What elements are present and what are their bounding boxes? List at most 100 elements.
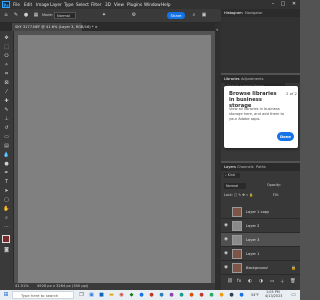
eye-icon[interactable]: ◉ [223, 223, 229, 229]
blur-tool-icon[interactable]: 💧 [2, 152, 11, 159]
link-layers-icon[interactable]: ⛓ [227, 279, 233, 284]
menu-plugins[interactable]: Plugins [127, 1, 142, 8]
zoom-level[interactable]: 41.51% [15, 283, 29, 290]
tab-libraries[interactable]: Libraries [224, 75, 240, 83]
gradient-tool-icon[interactable]: ▤ [2, 143, 11, 150]
add-mask-icon[interactable]: ◐ [248, 279, 252, 284]
tab-adjustments[interactable]: Adjustments [241, 75, 264, 83]
menu-type[interactable]: Type [64, 1, 74, 8]
more-tools-icon[interactable]: ⋯ [2, 224, 11, 231]
blend-mode-select[interactable]: Normal [224, 183, 246, 189]
hand-tool-icon[interactable]: ✋ [2, 206, 11, 213]
collapse-panels-icon[interactable]: « [216, 27, 218, 32]
fx-icon[interactable]: fx [237, 279, 241, 284]
done-button[interactable]: Done [277, 132, 294, 141]
minimize-icon[interactable]: – [268, 0, 278, 9]
clone-stamp-tool-icon[interactable]: ⊥ [2, 116, 11, 123]
quick-mask-icon[interactable]: ◙ [2, 247, 11, 254]
menu-3d[interactable]: 3D [105, 1, 111, 8]
brush-tool-icon[interactable]: ✎ [2, 107, 11, 114]
app-taskbar-icon[interactable]: ● [148, 291, 155, 299]
rectangle-tool-icon[interactable]: ▢ [2, 197, 11, 204]
menu-help[interactable]: Help [161, 1, 171, 8]
eye-icon[interactable]: ◉ [223, 265, 229, 271]
app-taskbar-icon[interactable]: ■ [98, 291, 105, 299]
foreground-color-swatch[interactable] [2, 235, 10, 243]
layer-row[interactable]: ◉ Layer 1 [221, 247, 300, 261]
brush-preset-icon[interactable]: ● [22, 12, 30, 19]
app-taskbar-icon[interactable]: ● [238, 291, 245, 299]
frame-tool-icon[interactable]: ⊠ [2, 80, 11, 87]
path-selection-tool-icon[interactable]: ➤ [2, 188, 11, 195]
menu-layer[interactable]: Layer [50, 1, 62, 8]
quick-select-tool-icon[interactable]: ✧ [2, 62, 11, 69]
close-tab-icon[interactable]: × [95, 25, 98, 29]
eraser-tool-icon[interactable]: ▭ [2, 134, 11, 141]
eyedropper-tool-icon[interactable]: ⁄ [2, 89, 11, 96]
taskbar-search-input[interactable]: Type here to search [12, 291, 74, 299]
app-taskbar-icon[interactable]: ◆ [128, 291, 135, 299]
tab-histogram[interactable]: Histogram [224, 9, 243, 17]
dodge-tool-icon[interactable]: ● [2, 161, 11, 168]
layer-row[interactable]: Layer 1 copy [221, 205, 300, 219]
app-taskbar-icon[interactable]: ● [188, 291, 195, 299]
app-taskbar-icon[interactable]: ● [178, 291, 185, 299]
document-tab[interactable]: SKY 3177.NEF @ 41.6% (Layer 3, RGB/16) *… [12, 23, 98, 31]
document-canvas[interactable] [18, 35, 211, 284]
app-taskbar-icon[interactable]: ● [158, 291, 165, 299]
mode-select[interactable]: Normal [54, 12, 76, 19]
new-group-icon[interactable]: ▭ [270, 279, 274, 284]
app-taskbar-icon[interactable]: ● [138, 291, 145, 299]
close-icon[interactable]: ✕ [289, 0, 299, 9]
tab-paths[interactable]: Paths [256, 163, 266, 171]
app-taskbar-icon[interactable]: ● [218, 291, 225, 299]
menu-view[interactable]: View [114, 1, 124, 8]
eye-icon[interactable]: ◉ [223, 237, 229, 243]
symmetry-icon[interactable]: ⚙ [130, 12, 138, 19]
chrome-icon[interactable]: ◉ [118, 291, 125, 299]
type-tool-icon[interactable]: T [2, 179, 11, 186]
menu-image[interactable]: Image [36, 1, 49, 8]
tab-channels[interactable]: Channels [237, 163, 254, 171]
layer-kind-filter[interactable]: ⌕ Kind [224, 173, 240, 178]
zoom-tool-icon[interactable]: ⌕ [2, 215, 11, 222]
pen-tool-icon[interactable]: ✒ [2, 170, 11, 177]
menu-window[interactable]: Window [144, 1, 161, 8]
brush-tool-icon[interactable]: ✎ [12, 12, 20, 19]
weather-text[interactable]: 54°F [251, 291, 259, 299]
maximize-icon[interactable]: □ [278, 0, 288, 9]
tab-navigator[interactable]: Navigator [245, 9, 263, 17]
eye-icon[interactable]: ◉ [223, 251, 229, 257]
lasso-tool-icon[interactable]: ⵔ [2, 53, 11, 60]
share-button[interactable]: Share [167, 12, 185, 19]
airbrush-icon[interactable]: ✦ [100, 12, 108, 19]
layer-row-selected[interactable]: ◉ Layer 3 [221, 233, 300, 247]
app-taskbar-icon[interactable]: ● [198, 291, 205, 299]
marquee-tool-icon[interactable]: ⬚ [2, 44, 11, 51]
trash-icon[interactable]: 🗑 [290, 279, 296, 284]
windows-start-icon[interactable]: ⊞ [2, 291, 10, 299]
layer-row[interactable]: ◉ Background 🔒 [221, 261, 300, 275]
adjustment-layer-icon[interactable]: ◑ [259, 279, 263, 284]
menu-edit[interactable]: Edit [24, 1, 32, 8]
search-icon[interactable]: ⌕ [190, 12, 198, 19]
notifications-icon[interactable]: ▭ [290, 291, 297, 299]
menu-filter[interactable]: Filter [91, 1, 101, 8]
history-brush-tool-icon[interactable]: ↺ [2, 125, 11, 132]
move-tool-icon[interactable]: ✥ [2, 35, 11, 42]
photoshop-taskbar-icon[interactable]: ▣ [88, 291, 95, 299]
clock-date[interactable]: 4/13/2023 [265, 294, 282, 299]
home-icon[interactable]: ⌂ [2, 12, 10, 19]
crop-tool-icon[interactable]: ⌗ [2, 71, 11, 78]
layer-row[interactable]: ◉ Layer 2 [221, 219, 300, 233]
file-explorer-icon[interactable]: ▬ [108, 291, 115, 299]
new-layer-icon[interactable]: ＋ [280, 279, 285, 285]
menu-select[interactable]: Select [76, 1, 89, 8]
menu-file[interactable]: File [13, 1, 20, 8]
brush-settings-icon[interactable]: ▦ [32, 12, 40, 19]
app-taskbar-icon[interactable]: ● [168, 291, 175, 299]
app-taskbar-icon[interactable]: ● [208, 291, 215, 299]
workspace-icon[interactable]: ▣ [200, 12, 208, 19]
app-taskbar-icon[interactable]: ● [228, 291, 235, 299]
task-view-icon[interactable]: ❐ [78, 291, 85, 299]
